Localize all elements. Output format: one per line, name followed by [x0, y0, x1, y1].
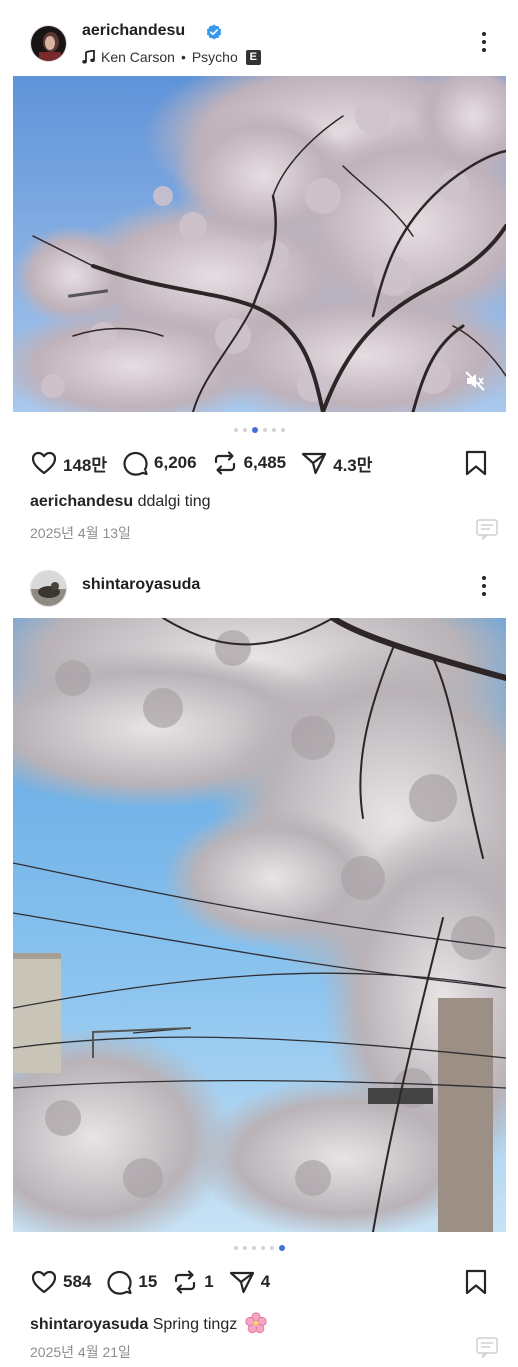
cherry-blossom-emoji-icon — [245, 1312, 267, 1334]
carousel-dot — [242, 428, 247, 432]
repost-button[interactable]: 6,485 — [211, 449, 287, 477]
carousel-dot — [233, 428, 238, 432]
carousel-dot — [280, 428, 285, 432]
muted-speaker-icon[interactable] — [464, 370, 486, 392]
music-note-icon — [82, 50, 95, 64]
carousel-dot-active — [251, 427, 258, 433]
explicit-badge: E — [245, 49, 261, 65]
verified-badge-icon — [206, 24, 222, 40]
bookmark-icon[interactable] — [464, 1268, 488, 1296]
post-actions: 148만 6,206 6,485 4.3만 — [30, 448, 386, 478]
carousel-dot-active — [278, 1245, 285, 1251]
translate-icon[interactable] — [476, 518, 498, 540]
repost-icon — [214, 451, 235, 475]
more-options-icon[interactable] — [480, 32, 488, 54]
cherry-blossom-photo — [13, 76, 506, 412]
caption-username[interactable]: shintaroyasuda — [30, 1316, 148, 1333]
post-date: 2025년 4월 13일 — [30, 525, 131, 541]
carousel-indicator — [0, 1245, 518, 1251]
repost-count: 1 — [204, 1272, 214, 1291]
repost-count: 6,485 — [243, 453, 287, 472]
post-media[interactable] — [13, 76, 506, 412]
bookmark-icon[interactable] — [464, 449, 488, 477]
music-artist: Ken Carson — [101, 49, 175, 65]
music-separator: • — [180, 49, 186, 65]
comment-icon — [107, 1270, 132, 1295]
carousel-dot — [242, 1246, 247, 1250]
comment-button[interactable]: 6,206 — [121, 449, 197, 477]
avatar[interactable] — [30, 25, 67, 62]
caption-username[interactable]: aerichandesu — [30, 493, 133, 510]
post-header: shintaroyasuda — [0, 560, 518, 616]
post-username[interactable]: shintaroyasuda — [82, 576, 200, 594]
carousel-dot — [260, 1246, 265, 1250]
heart-icon — [31, 451, 57, 475]
comment-icon — [123, 451, 148, 476]
post-caption: aerichandesu ddalgi ting — [30, 493, 211, 511]
avatar[interactable] — [30, 570, 67, 607]
carousel-dot — [271, 428, 276, 432]
post-username[interactable]: aerichandesu — [82, 22, 185, 40]
comment-button[interactable]: 15 — [105, 1268, 157, 1296]
post-date: 2025년 4월 21일 — [30, 1344, 131, 1360]
share-button[interactable]: 4.3만 — [300, 449, 372, 477]
share-button[interactable]: 4 — [228, 1268, 270, 1296]
music-song: Psycho — [191, 49, 238, 65]
caption-text: Spring tingz — [152, 1316, 238, 1333]
feed-post: shintaroyasuda 584 15 1 4 shintaroyasuda… — [0, 560, 518, 1367]
feed-post: aerichandesu Ken Carson • Psycho E 148만 … — [0, 0, 518, 560]
like-button[interactable]: 584 — [30, 1268, 91, 1296]
carousel-dot — [233, 1246, 238, 1250]
share-count: 4 — [260, 1272, 271, 1291]
translate-icon[interactable] — [476, 1336, 498, 1358]
share-count: 4.3만 — [333, 455, 373, 475]
comment-count: 15 — [138, 1272, 158, 1291]
more-options-icon[interactable] — [480, 576, 488, 598]
share-icon — [302, 452, 327, 475]
caption-text: ddalgi ting — [137, 493, 211, 510]
heart-icon — [31, 1270, 57, 1294]
carousel-dot — [262, 428, 267, 432]
carousel-dot — [251, 1246, 256, 1250]
post-media[interactable] — [13, 618, 506, 1232]
like-count: 148만 — [63, 455, 108, 475]
repost-icon — [175, 1270, 196, 1294]
like-button[interactable]: 148만 — [30, 449, 107, 477]
music-info[interactable]: Ken Carson • Psycho E — [82, 48, 261, 66]
post-header: aerichandesu Ken Carson • Psycho E — [0, 0, 518, 76]
carousel-dot — [269, 1246, 274, 1250]
post-caption: shintaroyasuda Spring tingz — [30, 1312, 267, 1334]
share-icon — [229, 1271, 254, 1294]
like-count: 584 — [63, 1272, 92, 1291]
cherry-blossom-street-photo — [13, 618, 506, 1232]
post-actions: 584 15 1 4 — [30, 1267, 284, 1297]
carousel-indicator — [0, 427, 518, 433]
comment-count: 6,206 — [154, 453, 197, 472]
repost-button[interactable]: 1 — [171, 1268, 214, 1296]
